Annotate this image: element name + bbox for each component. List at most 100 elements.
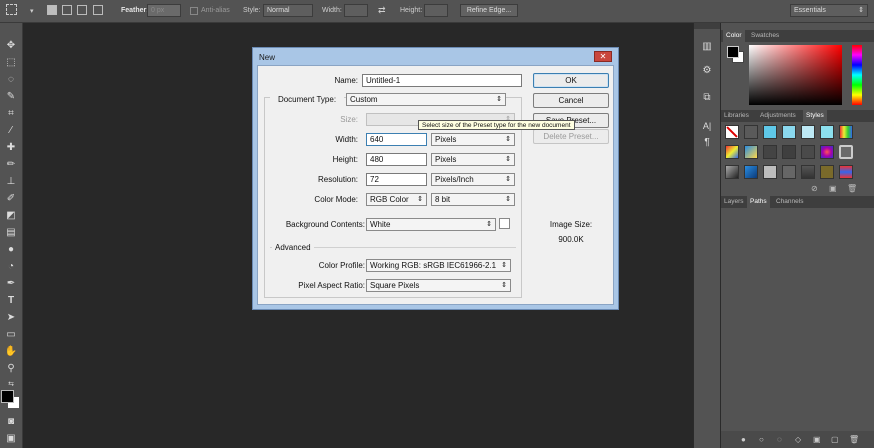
width-input[interactable] bbox=[344, 4, 368, 17]
style-none[interactable] bbox=[725, 125, 739, 139]
height-input[interactable]: 480 bbox=[366, 153, 427, 166]
foreground-color-top[interactable] bbox=[1, 390, 14, 403]
style-swatch[interactable] bbox=[725, 165, 739, 179]
height-unit-select[interactable]: Pixels ⇕ bbox=[431, 153, 515, 166]
clone-stamp-tool-icon[interactable]: ⊥ bbox=[4, 175, 18, 189]
subtract-from-selection-icon[interactable] bbox=[77, 5, 87, 15]
tab-paths[interactable]: Paths bbox=[747, 196, 770, 208]
document-type-select[interactable]: Custom ⇕ bbox=[346, 93, 506, 106]
marquee-tool-icon[interactable]: ⬚ bbox=[4, 56, 18, 70]
healing-brush-tool-icon[interactable]: ✚ bbox=[4, 141, 18, 155]
width-input[interactable]: 640 bbox=[366, 133, 427, 146]
eraser-tool-icon[interactable]: ◩ bbox=[4, 209, 18, 223]
crop-tool-icon[interactable]: ⌗ bbox=[4, 107, 18, 121]
workspace-select[interactable]: Essentials ⇕ bbox=[790, 4, 868, 17]
ok-button[interactable]: OK bbox=[533, 73, 609, 88]
add-mask-icon[interactable]: ▣ bbox=[813, 435, 821, 444]
width-unit-select[interactable]: Pixels ⇕ bbox=[431, 133, 515, 146]
delete-preset-button[interactable]: Delete Preset... bbox=[533, 129, 609, 144]
style-swatch[interactable] bbox=[801, 145, 815, 159]
tab-color[interactable]: Color bbox=[723, 30, 745, 42]
style-swatch[interactable] bbox=[820, 125, 834, 139]
tab-swatches[interactable]: Swatches bbox=[748, 30, 782, 42]
cancel-button[interactable]: Cancel bbox=[533, 93, 609, 108]
clear-style-icon[interactable]: ⊘ bbox=[811, 184, 818, 193]
name-input[interactable]: Untitled-1 bbox=[362, 74, 522, 87]
style-swatch[interactable] bbox=[782, 145, 796, 159]
bit-depth-select[interactable]: 8 bit ⇕ bbox=[431, 193, 515, 206]
zoom-tool-icon[interactable]: ⚲ bbox=[4, 362, 18, 376]
screen-mode-icon[interactable]: ▣ bbox=[4, 432, 18, 446]
lasso-tool-icon[interactable]: ◌ bbox=[4, 73, 18, 87]
type-tool-icon[interactable]: T bbox=[4, 294, 18, 308]
tab-layers[interactable]: Layers bbox=[721, 196, 747, 208]
stroke-path-icon[interactable]: ○ bbox=[759, 435, 764, 444]
delete-style-icon[interactable]: 🗑 bbox=[847, 184, 857, 193]
style-swatch[interactable] bbox=[763, 145, 777, 159]
quick-selection-tool-icon[interactable]: ✎ bbox=[4, 90, 18, 104]
fill-path-icon[interactable]: ● bbox=[741, 435, 746, 444]
brush-tool-icon[interactable]: ✏ bbox=[4, 158, 18, 172]
marquee-tool-preset-icon[interactable] bbox=[6, 4, 17, 15]
gradient-tool-icon[interactable]: ▤ bbox=[4, 226, 18, 240]
color-foreground-top[interactable] bbox=[727, 46, 739, 58]
style-swatch[interactable] bbox=[839, 145, 853, 159]
style-swatch[interactable] bbox=[839, 125, 853, 139]
close-icon[interactable]: ✕ bbox=[594, 51, 612, 62]
move-tool-icon[interactable]: ✥ bbox=[4, 39, 18, 53]
tab-channels[interactable]: Channels bbox=[773, 196, 806, 208]
refine-edge-button[interactable]: Refine Edge... bbox=[460, 4, 518, 17]
properties-panel-icon[interactable]: ⚙ bbox=[700, 64, 714, 78]
resolution-unit-select[interactable]: Pixels/Inch ⇕ bbox=[431, 173, 515, 186]
style-swatch[interactable] bbox=[744, 165, 758, 179]
style-swatch[interactable] bbox=[820, 165, 834, 179]
chevron-down-icon[interactable]: ▾ bbox=[30, 7, 34, 15]
color-picker-field[interactable] bbox=[749, 45, 842, 105]
style-swatch[interactable] bbox=[763, 165, 777, 179]
tab-styles[interactable]: Styles bbox=[803, 110, 827, 122]
color-mode-select[interactable]: RGB Color ⇕ bbox=[366, 193, 427, 206]
color-profile-select[interactable]: Working RGB: sRGB IEC61966-2.1 ⇕ bbox=[366, 259, 511, 272]
background-contents-select[interactable]: White ⇕ bbox=[366, 218, 496, 231]
hue-slider[interactable] bbox=[852, 45, 862, 105]
make-work-path-icon[interactable]: ◇ bbox=[795, 435, 801, 444]
style-swatch[interactable] bbox=[801, 165, 815, 179]
style-swatch[interactable] bbox=[801, 125, 815, 139]
path-selection-tool-icon[interactable]: ➤ bbox=[4, 311, 18, 325]
new-selection-icon[interactable] bbox=[47, 5, 57, 15]
antialias-checkbox[interactable] bbox=[190, 7, 198, 15]
character-panel-icon[interactable]: A| bbox=[700, 119, 714, 133]
style-swatch[interactable] bbox=[744, 145, 758, 159]
feather-input[interactable]: 0 px bbox=[147, 4, 181, 17]
eyedropper-tool-icon[interactable]: ⁄ bbox=[4, 124, 18, 138]
style-swatch[interactable] bbox=[763, 125, 777, 139]
resolution-input[interactable]: 72 bbox=[366, 173, 427, 186]
blur-tool-icon[interactable]: ● bbox=[4, 243, 18, 257]
load-selection-icon[interactable]: ◌ bbox=[777, 435, 782, 444]
style-swatch[interactable] bbox=[820, 145, 834, 159]
intersect-selection-icon[interactable] bbox=[93, 5, 103, 15]
navigator-panel-icon[interactable]: ⧉ bbox=[700, 91, 714, 105]
advanced-toggle[interactable]: Advanced bbox=[272, 243, 314, 252]
quick-mask-icon[interactable]: ◙ bbox=[4, 415, 18, 429]
history-brush-tool-icon[interactable]: ✐ bbox=[4, 192, 18, 206]
height-input[interactable] bbox=[424, 4, 448, 17]
tab-adjustments[interactable]: Adjustments bbox=[757, 110, 799, 122]
style-swatch[interactable] bbox=[782, 125, 796, 139]
style-swatch[interactable] bbox=[725, 145, 739, 159]
hand-tool-icon[interactable]: ✋ bbox=[4, 345, 18, 359]
delete-path-icon[interactable]: 🗑 bbox=[849, 435, 859, 444]
pen-tool-icon[interactable]: ✒ bbox=[4, 277, 18, 291]
tab-libraries[interactable]: Libraries bbox=[721, 110, 752, 122]
add-to-selection-icon[interactable] bbox=[62, 5, 72, 15]
background-color-preview[interactable] bbox=[499, 218, 510, 229]
swap-icon[interactable]: ⇄ bbox=[378, 5, 386, 16]
history-panel-icon[interactable]: ▥ bbox=[700, 40, 714, 54]
new-path-icon[interactable]: ▢ bbox=[831, 435, 839, 444]
pixel-aspect-ratio-select[interactable]: Square Pixels ⇕ bbox=[366, 279, 511, 292]
new-style-icon[interactable]: ▣ bbox=[829, 184, 837, 193]
paragraph-panel-icon[interactable]: ¶ bbox=[700, 136, 714, 150]
style-swatch[interactable] bbox=[839, 165, 853, 179]
style-swatch[interactable] bbox=[744, 125, 758, 139]
style-select[interactable]: Normal bbox=[263, 4, 313, 17]
